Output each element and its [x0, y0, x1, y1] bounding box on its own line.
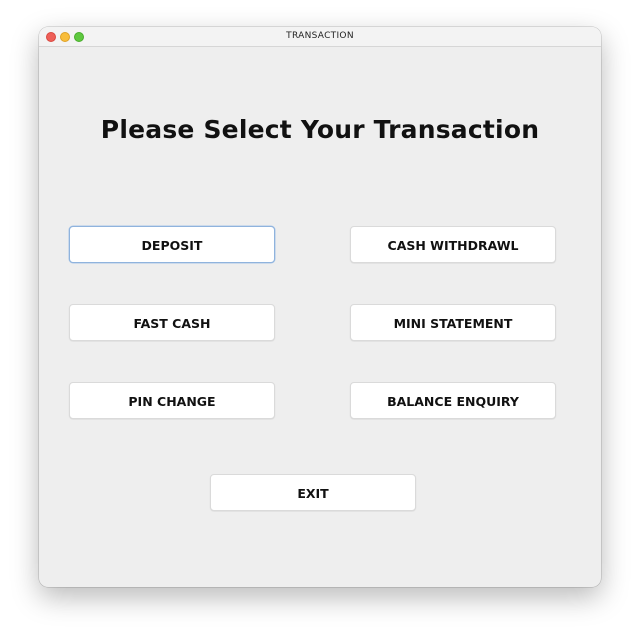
balance-enquiry-button[interactable]: BALANCE ENQUIRY [350, 382, 556, 419]
page-title: Please Select Your Transaction [100, 115, 540, 144]
deposit-button[interactable]: DEPOSIT [69, 226, 275, 263]
mini-statement-button[interactable]: MINI STATEMENT [350, 304, 556, 341]
cash-withdrawl-button[interactable]: CASH WITHDRAWL [350, 226, 556, 263]
window-title: TRANSACTION [286, 31, 354, 41]
fast-cash-button[interactable]: FAST CASH [69, 304, 275, 341]
title-bar[interactable]: TRANSACTION [39, 27, 601, 47]
transaction-window: TRANSACTION Please Select Your Transacti… [39, 27, 601, 587]
exit-button[interactable]: EXIT [210, 474, 416, 511]
pin-change-button[interactable]: PIN CHANGE [69, 382, 275, 419]
